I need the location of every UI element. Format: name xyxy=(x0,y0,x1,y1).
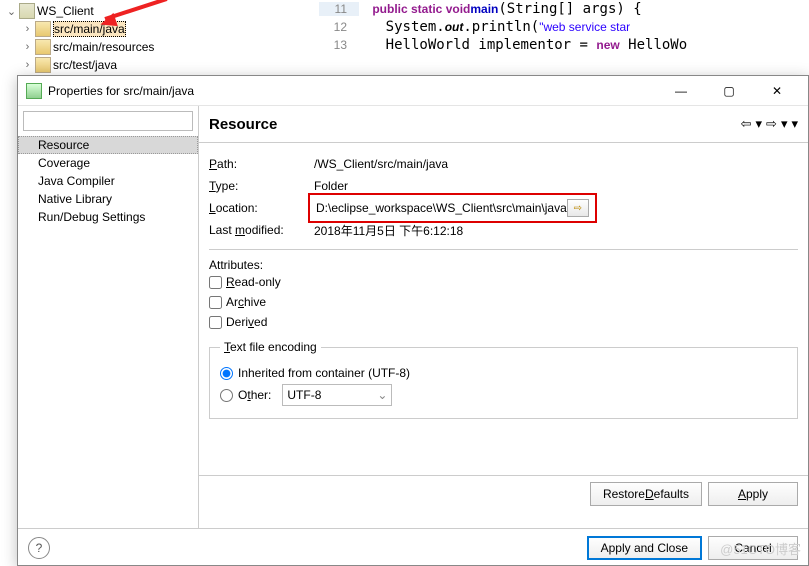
dropdown-icon[interactable]: ▾ xyxy=(756,116,763,132)
location-value: D:\eclipse_workspace\WS_Client\src\main\… xyxy=(316,201,567,215)
tree-node[interactable]: › src/test/java xyxy=(0,56,315,74)
nav-item-run-debug[interactable]: Run/Debug Settings xyxy=(18,208,198,226)
tree-project[interactable]: ⌄ WS_Client xyxy=(0,2,315,20)
minimize-button[interactable]: — xyxy=(658,77,704,105)
forward-icon[interactable]: ⇨ xyxy=(766,116,777,132)
checkbox-archive[interactable]: Archive xyxy=(209,292,798,312)
node-label: src/test/java xyxy=(53,58,117,72)
attributes-label: Attributes: xyxy=(209,258,798,272)
watermark: @51CTO博客 xyxy=(720,539,801,558)
radio-inherited[interactable]: Inherited from container (UTF-8) xyxy=(220,362,787,384)
show-in-explorer-button[interactable]: ⇨ xyxy=(567,199,589,217)
chevron-right-icon[interactable]: › xyxy=(20,59,35,71)
field-location: Location: D:\eclipse_workspace\WS_Client… xyxy=(209,197,798,219)
close-button[interactable]: ✕ xyxy=(754,77,800,105)
dialog-title: Properties for src/main/java xyxy=(48,84,194,98)
chevron-right-icon[interactable]: › xyxy=(20,41,35,53)
code-line: 13 HelloWorld implementor = new HelloWo xyxy=(319,36,809,54)
package-icon xyxy=(35,39,51,55)
checkbox-readonly[interactable]: Read-only xyxy=(209,272,798,292)
dropdown-icon[interactable]: ▾ xyxy=(781,116,788,132)
code-editor[interactable]: 11 public static void main(String[] args… xyxy=(315,0,809,75)
encoding-fieldset: Text file encoding Inherited from contai… xyxy=(209,340,798,419)
node-label: src/main/resources xyxy=(53,40,154,54)
tree-node[interactable]: › src/main/resources xyxy=(0,38,315,56)
back-icon[interactable]: ⇦ xyxy=(741,116,752,132)
radio-other[interactable]: Other: UTF-8⌄ xyxy=(220,384,787,406)
package-icon xyxy=(35,57,51,73)
checkbox-derived[interactable]: Derived xyxy=(209,312,798,332)
tree-node[interactable]: › src/main/java xyxy=(0,20,315,38)
dialog-icon xyxy=(26,83,42,99)
menu-icon[interactable]: ▾ xyxy=(791,116,798,132)
encoding-combo[interactable]: UTF-8⌄ xyxy=(282,384,392,406)
project-icon xyxy=(19,3,35,19)
code-line: 11 public static void main(String[] args… xyxy=(319,0,809,18)
nav-history[interactable]: ⇦▾ ⇨▾ ▾ xyxy=(741,116,798,132)
nav-item-java-compiler[interactable]: Java Compiler xyxy=(18,172,198,190)
content-header: Resource xyxy=(209,116,277,133)
help-button[interactable]: ? xyxy=(28,537,50,559)
dialog-footer: ? Apply and Close Cancel xyxy=(18,528,808,566)
titlebar[interactable]: Properties for src/main/java — ▢ ✕ xyxy=(18,76,808,106)
field-path: Path: /WS_Client/src/main/java xyxy=(209,153,798,175)
properties-nav: › Resource Coverage Java Compiler Native… xyxy=(18,106,199,528)
apply-and-close-button[interactable]: Apply and Close xyxy=(587,536,702,560)
properties-content: Resource ⇦▾ ⇨▾ ▾ Path: /WS_Client/src/ma… xyxy=(199,106,808,528)
package-explorer[interactable]: ⌄ WS_Client › src/main/java › src/main/r… xyxy=(0,0,315,75)
chevron-down-icon[interactable]: ⌄ xyxy=(4,5,19,18)
nav-item-coverage[interactable]: Coverage xyxy=(18,154,198,172)
properties-dialog: Properties for src/main/java — ▢ ✕ › Res… xyxy=(17,75,809,566)
maximize-button[interactable]: ▢ xyxy=(706,77,752,105)
node-label: src/main/java xyxy=(53,21,126,37)
filter-input[interactable] xyxy=(23,111,193,131)
chevron-right-icon[interactable]: › xyxy=(20,23,35,35)
code-line: 12 System.out.println("web service star xyxy=(319,18,809,36)
nav-item-native-library[interactable]: Native Library xyxy=(18,190,198,208)
chevron-right-icon[interactable]: › xyxy=(40,139,55,151)
project-label: WS_Client xyxy=(37,4,94,18)
field-modified: Last modified: 2018年11月5日 下午6:12:18 xyxy=(209,219,798,241)
apply-button[interactable]: Apply xyxy=(708,482,798,506)
encoding-legend: Text file encoding xyxy=(220,340,321,354)
package-icon xyxy=(35,21,51,37)
location-highlight: D:\eclipse_workspace\WS_Client\src\main\… xyxy=(308,193,597,223)
restore-defaults-button[interactable]: Restore Defaults xyxy=(590,482,702,506)
